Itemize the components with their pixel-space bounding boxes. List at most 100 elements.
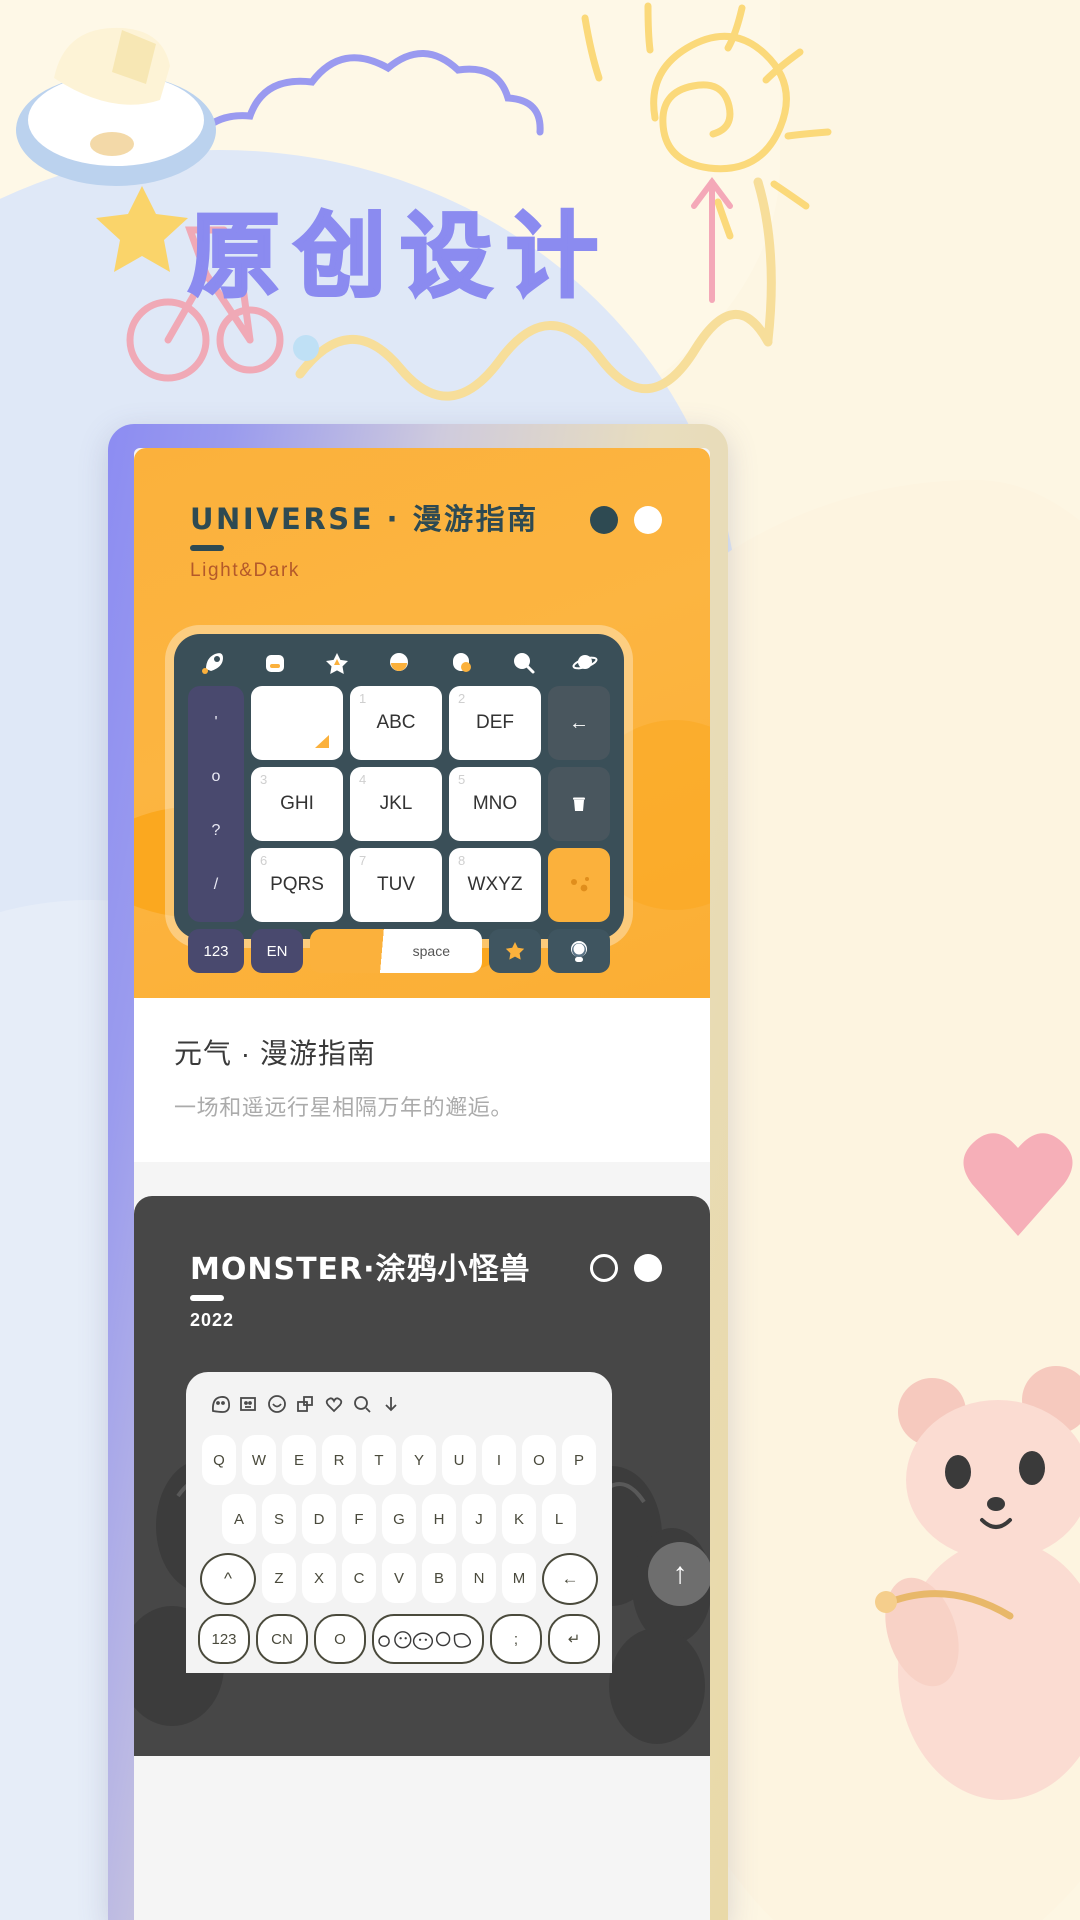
card-heading-block: MONSTER·涂鸦小怪兽 2022 — [190, 1244, 531, 1331]
qwerty-key[interactable]: F — [342, 1494, 376, 1544]
circle-key[interactable]: O — [314, 1614, 366, 1664]
qwerty-key[interactable]: Q — [202, 1435, 236, 1485]
toggle-dot-light[interactable] — [634, 506, 662, 534]
keypad-row[interactable]: 6 PQRS 7 TUV 8 WXYZ — [251, 848, 541, 922]
layers-icon[interactable] — [293, 1396, 321, 1420]
theme-card-universe[interactable]: UNIVERSE · 漫游指南 Light&Dark ' o ? / 1 ABC… — [134, 448, 710, 1162]
theme-toggle-universe[interactable] — [590, 506, 662, 534]
search-icon[interactable] — [350, 1396, 378, 1420]
card-eyebrow: MONSTER·涂鸦小怪兽 — [190, 1252, 531, 1287]
punctuation-key-stack[interactable]: ' o ? / — [188, 686, 244, 922]
keypad[interactable]: 1 ABC 2 DEF 3 GHI 4 JKL 5 MNO 6 PQRS 7 T… — [251, 686, 541, 922]
rocket-icon[interactable] — [200, 650, 226, 676]
qwerty-key[interactable]: U — [442, 1435, 476, 1485]
keyboard-toolbar[interactable] — [198, 1386, 600, 1435]
theme-toggle-monster[interactable] — [590, 1254, 662, 1282]
toggle-dot-dark[interactable] — [590, 506, 618, 534]
qwerty-key[interactable]: V — [382, 1553, 416, 1603]
keypad-row[interactable]: 1 ABC 2 DEF — [251, 686, 541, 760]
ghost-icon[interactable] — [208, 1396, 236, 1420]
key-pqrs[interactable]: 6 PQRS — [251, 848, 343, 922]
qwerty-key[interactable]: K — [502, 1494, 536, 1544]
qwerty-key[interactable]: O — [522, 1435, 556, 1485]
keyboard-grid[interactable]: ' o ? / 1 ABC 2 DEF 3 GHI 4 JKL 5 MNO 6 … — [188, 686, 610, 922]
qwerty-key[interactable]: G — [382, 1494, 416, 1544]
key-mno[interactable]: 5 MNO — [449, 767, 541, 841]
smiley-icon[interactable] — [265, 1395, 293, 1420]
qwerty-key[interactable]: Y — [402, 1435, 436, 1485]
key-def[interactable]: 2 DEF — [449, 686, 541, 760]
cheese-icon[interactable] — [548, 848, 610, 922]
punct-key-slash[interactable]: / — [214, 876, 218, 894]
semicolon-key[interactable]: ; — [490, 1614, 542, 1664]
qwerty-key[interactable]: B — [422, 1553, 456, 1603]
qwerty-key[interactable]: X — [302, 1553, 336, 1603]
lang-mode-key[interactable]: CN — [256, 1614, 308, 1664]
space-key[interactable] — [372, 1614, 484, 1664]
qwerty-key[interactable]: A — [222, 1494, 256, 1544]
space-key[interactable]: space — [310, 929, 482, 973]
qwerty-row-4[interactable]: 123 CN O ; ↵ — [198, 1614, 600, 1664]
keyboard-preview-monster[interactable]: Q W E R T Y U I O P A S D F G H J K L ^ … — [186, 1372, 612, 1673]
qwerty-row-1[interactable]: Q W E R T Y U I O P — [198, 1435, 600, 1485]
key-ghi[interactable]: 3 GHI — [251, 767, 343, 841]
key-jkl[interactable]: 4 JKL — [350, 767, 442, 841]
heart-icon[interactable] — [322, 1397, 350, 1420]
search-icon[interactable] — [448, 650, 474, 676]
planet-icon[interactable] — [572, 650, 598, 676]
key-tuv[interactable]: 7 TUV — [350, 848, 442, 922]
qwerty-key[interactable]: D — [302, 1494, 336, 1544]
scroll-top-button[interactable]: ↑ — [648, 1542, 710, 1606]
key-num: 6 — [260, 853, 268, 868]
download-icon[interactable] — [379, 1397, 403, 1420]
qwerty-key[interactable]: H — [422, 1494, 456, 1544]
star-icon[interactable] — [489, 929, 541, 973]
keyboard-bottom-row[interactable]: 123 EN space — [188, 929, 610, 973]
moon-icon[interactable] — [386, 650, 412, 676]
backspace-icon[interactable]: ← — [548, 686, 610, 760]
sticker-icon[interactable] — [236, 1397, 264, 1420]
num-mode-key[interactable]: 123 — [198, 1614, 250, 1664]
qwerty-key[interactable]: P — [562, 1435, 596, 1485]
card-description: 一场和遥远行星相隔万年的邂逅。 — [174, 1095, 514, 1120]
toggle-dot-ring[interactable] — [590, 1254, 618, 1282]
keyboard-preview-universe[interactable]: ' o ? / 1 ABC 2 DEF 3 GHI 4 JKL 5 MNO 6 … — [174, 634, 624, 973]
qwerty-key[interactable]: L — [542, 1494, 576, 1544]
qwerty-row-2[interactable]: A S D F G H J K L — [198, 1494, 600, 1544]
punctuation-column[interactable]: ' o ? / — [188, 686, 244, 922]
qwerty-key[interactable]: R — [322, 1435, 356, 1485]
punct-key-o[interactable]: o — [212, 768, 221, 786]
qwerty-key[interactable]: C — [342, 1553, 376, 1603]
key-wxyz[interactable]: 8 WXYZ — [449, 848, 541, 922]
qwerty-row-3[interactable]: ^ Z X C V B N M ← — [198, 1553, 600, 1605]
num-mode-key[interactable]: 123 — [188, 929, 244, 973]
magnifier-icon[interactable] — [510, 650, 536, 676]
qwerty-key[interactable]: N — [462, 1553, 496, 1603]
theme-card-monster[interactable]: MONSTER·涂鸦小怪兽 2022 ↑ Q W E R T Y U I O P… — [134, 1196, 710, 1756]
punct-key-question[interactable]: ? — [212, 822, 221, 840]
qwerty-key[interactable]: Z — [262, 1553, 296, 1603]
keypad-row[interactable]: 3 GHI 4 JKL 5 MNO — [251, 767, 541, 841]
enter-key[interactable]: ↵ — [548, 1614, 600, 1664]
trash-icon[interactable] — [548, 767, 610, 841]
qwerty-key[interactable]: W — [242, 1435, 276, 1485]
qwerty-key[interactable]: I — [482, 1435, 516, 1485]
key-num: 7 — [359, 853, 367, 868]
keyboard-icon[interactable] — [262, 650, 288, 676]
keyboard-toolbar[interactable] — [188, 646, 610, 686]
key-blank[interactable] — [251, 686, 343, 760]
astronaut-icon[interactable] — [548, 929, 610, 973]
qwerty-key[interactable]: T — [362, 1435, 396, 1485]
star-icon[interactable] — [324, 650, 350, 676]
qwerty-key[interactable]: M — [502, 1553, 536, 1603]
qwerty-key[interactable]: J — [462, 1494, 496, 1544]
function-column[interactable]: ← — [548, 686, 610, 922]
punct-key-apostrophe[interactable]: ' — [214, 714, 217, 732]
key-abc[interactable]: 1 ABC — [350, 686, 442, 760]
toggle-dot-solid[interactable] — [634, 1254, 662, 1282]
qwerty-key[interactable]: S — [262, 1494, 296, 1544]
qwerty-key[interactable]: E — [282, 1435, 316, 1485]
backspace-key[interactable]: ← — [542, 1553, 598, 1605]
shift-key[interactable]: ^ — [200, 1553, 256, 1605]
lang-mode-key[interactable]: EN — [251, 929, 303, 973]
